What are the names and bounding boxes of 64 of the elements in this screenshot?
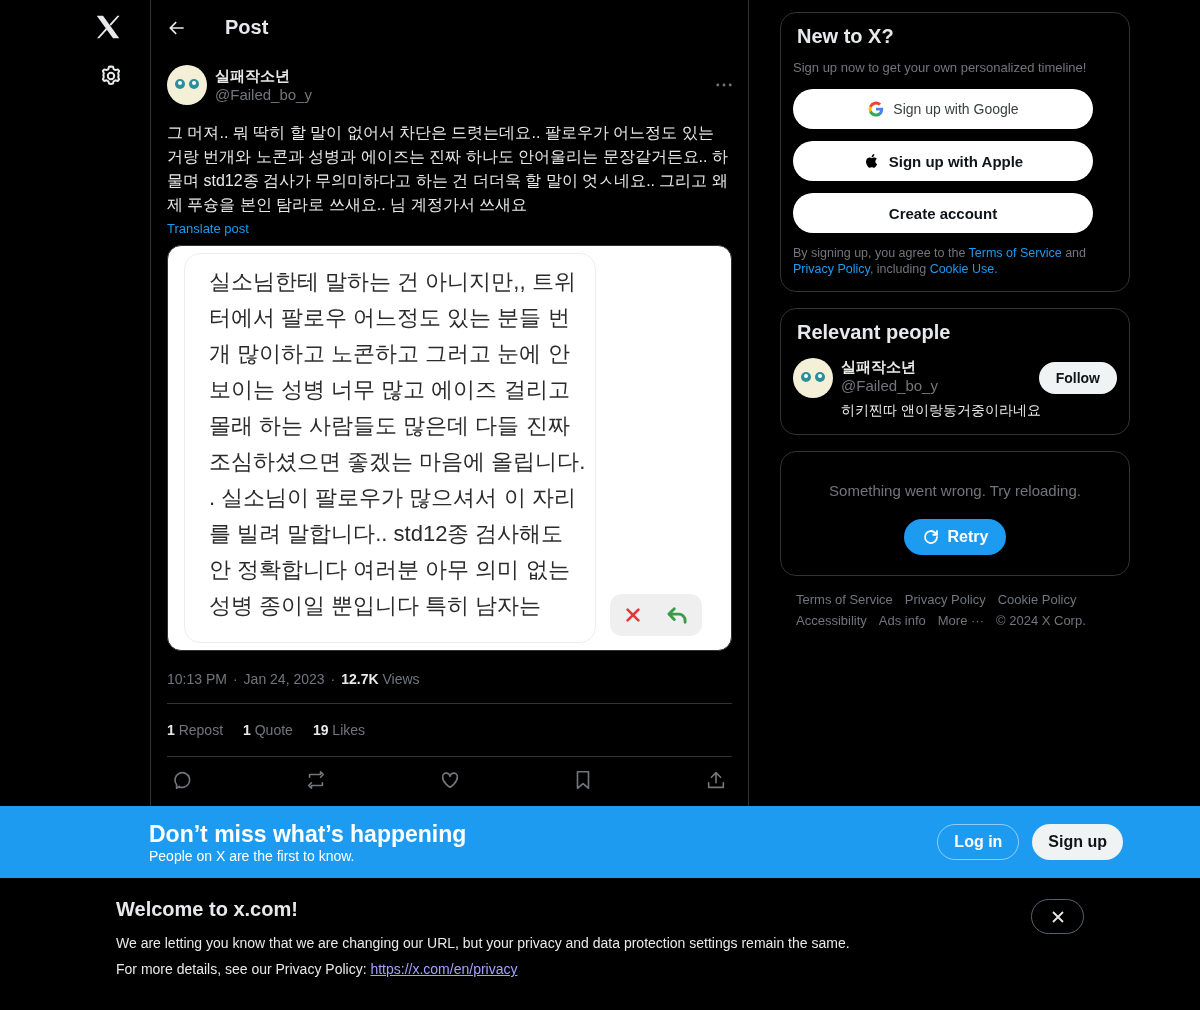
footer-link[interactable]: Accessibility: [796, 613, 867, 628]
post-date: Jan 24, 2023: [243, 671, 325, 687]
message-line: 조심하셨으면 좋겠는 마음에 올립니다.: [209, 448, 586, 476]
close-icon: [1051, 910, 1064, 923]
footer-link[interactable]: Terms of Service: [796, 592, 893, 607]
stat-link[interactable]: 19 Likes: [312, 722, 366, 738]
message-line: 성병 종이일 뿐입니다 특히 남자는: [209, 592, 542, 620]
avatar: [793, 358, 833, 398]
close-button[interactable]: [1031, 899, 1084, 934]
person-bio: 히키찐따 앤이랑동거중이라네요: [841, 402, 1042, 420]
message-line: 터에서 팔로우 어느정도 있는 분들 번: [209, 304, 570, 332]
share-icon[interactable]: [705, 769, 727, 791]
footer-link[interactable]: Privacy Policy: [904, 592, 986, 607]
view-count: 12.7K Views: [341, 671, 420, 687]
stat-link[interactable]: 1 Quote: [243, 722, 293, 738]
post-time: 10:13 PM: [167, 671, 227, 687]
translate-link[interactable]: Translate post: [167, 221, 249, 236]
message-line: 안 정확합니다 여러분 아무 의미 없는: [209, 556, 570, 584]
reply-arrow-icon[interactable]: [666, 606, 688, 624]
person-name[interactable]: 실패작소년: [841, 358, 938, 377]
banner-subtitle: People on X are the first to know.: [149, 847, 356, 864]
settings-icon[interactable]: [99, 64, 123, 88]
legal-link[interactable]: Cookie Use.: [929, 262, 998, 276]
author-name[interactable]: 실패작소년: [215, 67, 312, 86]
footer-link[interactable]: Ads info: [878, 613, 926, 628]
cross-icon[interactable]: [624, 606, 642, 624]
signup-button[interactable]: Sign up: [1032, 824, 1123, 860]
copyright-text: © 2024 X Corp.: [996, 613, 1086, 628]
separator-dot: ·: [330, 671, 336, 687]
stat-link[interactable]: 1 Repost: [167, 722, 224, 738]
avatar: [167, 65, 207, 105]
notice-text: We are letting you know that we are changing our URL, but your privacy and data protection settings remain the same.: [116, 935, 851, 951]
error-message: Something went wrong. Try reloading.: [828, 482, 1082, 499]
page-title: Post: [225, 16, 269, 39]
author-handle[interactable]: @Failed_bo_y: [215, 86, 312, 103]
refresh-icon: [921, 528, 940, 546]
more-icon[interactable]: [716, 83, 732, 87]
message-line: 실소님한테 말하는 건 아니지만,, 트위: [209, 268, 576, 296]
message-line: 보이는 성병 너무 많고 에이즈 걸리고: [209, 376, 570, 404]
message-line: 개 많이하고 노콘하고 그러고 눈에 안: [209, 340, 570, 368]
google-icon: [867, 100, 886, 118]
signup-button[interactable]: Sign up with Google: [793, 89, 1093, 129]
signup-button[interactable]: Create account: [793, 193, 1093, 233]
message-line: . 실소님이 팔로우가 많으셔서 이 자리: [209, 484, 576, 512]
signup-button[interactable]: Sign up with Apple: [793, 141, 1093, 181]
privacy-link[interactable]: https://x.com/en/privacy: [370, 961, 518, 977]
person-handle[interactable]: @Failed_bo_y: [841, 377, 938, 394]
message-line: 를 빌려 말합니다.. std12종 검사해도: [209, 520, 564, 548]
legal-text: By signing up, you agree to the Terms of Service and Privacy Policy, including Cookie Use.: [793, 245, 1088, 277]
footer-link[interactable]: More ···: [937, 613, 984, 628]
post-image[interactable]: [167, 245, 732, 651]
notice-details: For more details, see our Privacy Policy: https://x.com/en/privacy: [116, 961, 519, 977]
banner-title: Don’t miss what’s happening: [149, 820, 467, 848]
notice-title: Welcome to x.com!: [116, 898, 298, 921]
follow-button[interactable]: Follow: [1038, 362, 1117, 394]
legal-link[interactable]: Terms of Service: [968, 246, 1062, 260]
card-subtitle: Sign up now to get your own personalized timeline!: [793, 60, 1088, 75]
separator-dot: ·: [232, 671, 238, 687]
message-line: 몰래 하는 사람들도 많은데 다들 진짜: [209, 412, 570, 440]
legal-link[interactable]: Privacy Policy: [793, 262, 870, 276]
post-text: 그 머져.. 뭐 딱히 할 말이 없어서 차단은 드렷는데요.. 팔로우가 어느정도 있는 거랑 번개와 노콘과 성병과 에이즈는 진짜 하나도 안어울리는 문장같거든요.. 하물며 std12종 검사가 무의미하다고 하는 건 더더욱 할 말이 엇ㅅ네요.. 그리고 왜 제 푸슝을 본인 탐라로 쓰새요.. 님 계정가서 쓰새요: [167, 123, 729, 215]
footer-link[interactable]: Cookie Policy: [997, 592, 1077, 607]
card-title: Relevant people: [797, 321, 952, 344]
card-title: New to X?: [797, 25, 895, 48]
